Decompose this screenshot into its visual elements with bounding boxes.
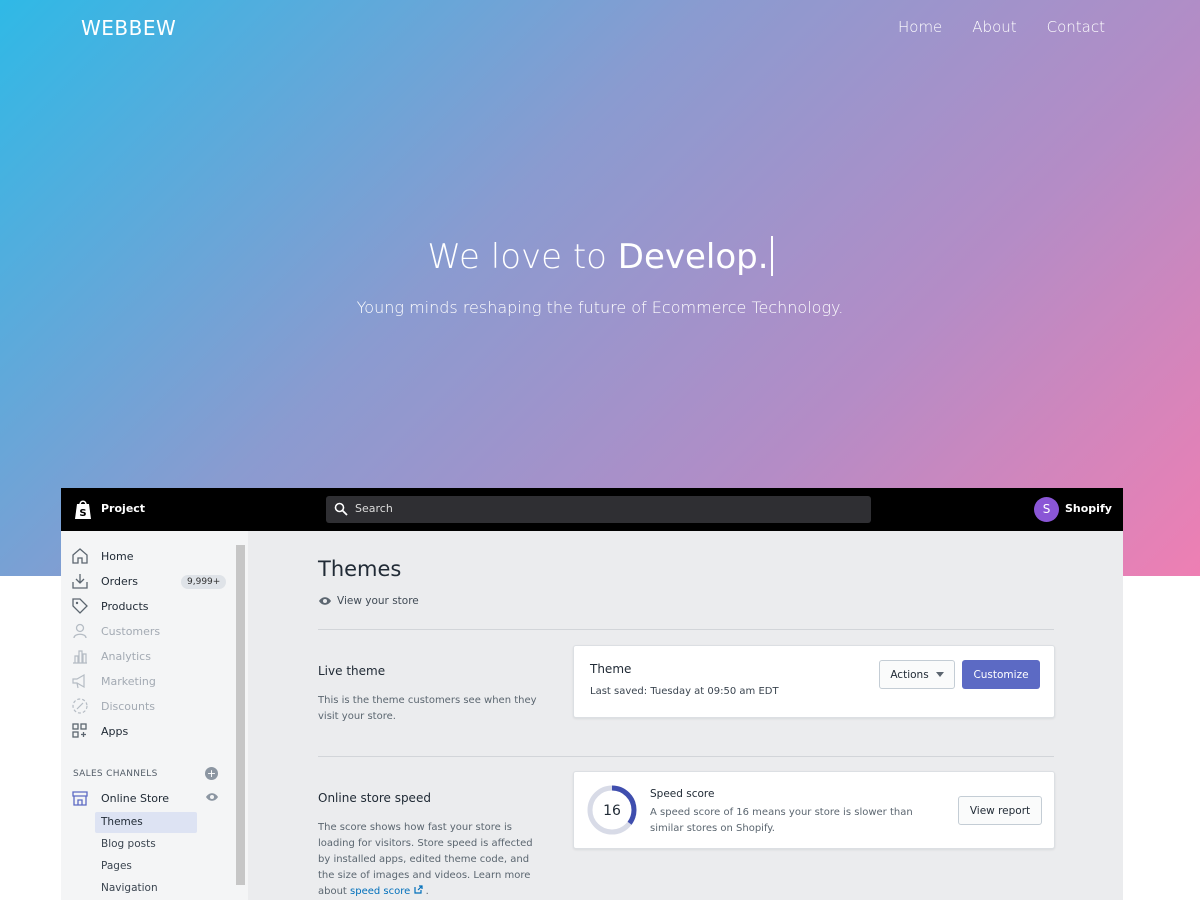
- speed-score-value: 16: [603, 803, 621, 819]
- actions-button[interactable]: Actions: [879, 660, 955, 689]
- shopify-admin-screenshot: S Project Search S Shopify Home Orders 9…: [61, 488, 1123, 900]
- external-link-icon: [413, 885, 423, 894]
- sidebar-item-label: Marketing: [101, 674, 156, 688]
- sidebar-item-discounts[interactable]: Discounts: [71, 696, 155, 716]
- nav-contact-link[interactable]: Contact: [1047, 18, 1105, 36]
- person-icon: [73, 623, 87, 639]
- sidebar-item-marketing[interactable]: Marketing: [71, 671, 156, 691]
- speed-card-title: Speed score: [650, 788, 715, 800]
- store-name[interactable]: Project: [101, 502, 145, 515]
- caret-down-icon: [935, 672, 944, 677]
- sidebar-scrollbar[interactable]: [236, 545, 245, 885]
- sidebar-item-label: Apps: [101, 724, 129, 738]
- main-content: Themes View your store Live theme This i…: [248, 531, 1123, 900]
- hero-title-light: We love to: [427, 237, 618, 277]
- hero-title-bold: Develop.: [617, 237, 769, 277]
- home-icon: [72, 548, 88, 564]
- sidebar-item-customers[interactable]: Customers: [71, 621, 160, 641]
- sidebar-item-orders[interactable]: Orders: [71, 571, 138, 591]
- live-theme-card: Theme Last saved: Tuesday at 09:50 am ED…: [573, 645, 1055, 718]
- orders-icon: [72, 574, 88, 589]
- avatar[interactable]: S: [1034, 497, 1059, 522]
- svg-text:S: S: [79, 508, 86, 519]
- customize-button[interactable]: Customize: [962, 660, 1040, 689]
- live-theme-description: This is the theme customers see when the…: [318, 695, 537, 722]
- speed-card-description: A speed score of 16 means your store is …: [650, 807, 913, 834]
- nav-home-link[interactable]: Home: [898, 18, 942, 36]
- hero-subtitle: Young minds reshaping the future of Ecom…: [356, 298, 844, 317]
- admin-topbar: S Project Search S Shopify: [61, 488, 1123, 531]
- search-placeholder: Search: [355, 502, 393, 515]
- sales-channels-heading: SALES CHANNELS: [73, 769, 158, 779]
- view-store-label: View your store: [337, 595, 419, 607]
- sidebar-item-label: Customers: [101, 624, 161, 638]
- bar-chart-icon: [73, 650, 87, 664]
- sidebar-item-label: Products: [101, 599, 149, 613]
- sidebar-item-label: Analytics: [101, 649, 151, 663]
- nav-about-link[interactable]: About: [972, 18, 1016, 36]
- shopify-bag-icon: S: [75, 500, 91, 519]
- store-icon: [72, 791, 88, 806]
- speed-description: The score shows how fast your store is l…: [318, 822, 533, 897]
- apps-icon: [72, 723, 87, 738]
- hero-title: We love to Develop.: [0, 236, 1200, 277]
- discount-icon: [72, 698, 88, 714]
- actions-label: Actions: [890, 668, 929, 681]
- speed-gauge: 16: [587, 785, 637, 835]
- add-channel-icon[interactable]: +: [205, 767, 218, 780]
- tag-icon: [72, 598, 88, 614]
- orders-count-badge: 9,999+: [181, 575, 227, 589]
- megaphone-icon: [72, 673, 85, 689]
- live-theme-heading: Live theme: [318, 664, 386, 678]
- eye-icon[interactable]: [205, 792, 219, 802]
- sub-item-themes[interactable]: Themes: [101, 816, 143, 828]
- sub-item-navigation[interactable]: Navigation: [101, 882, 158, 894]
- search-input[interactable]: Search: [326, 496, 871, 523]
- theme-card-title: Theme: [590, 662, 632, 676]
- sidebar-item-label: Home: [101, 549, 134, 563]
- site-logo[interactable]: WEBBEW: [81, 16, 176, 40]
- view-store-link[interactable]: View your store: [318, 595, 419, 607]
- sidebar-item-analytics[interactable]: Analytics: [71, 646, 151, 666]
- page-title: Themes: [318, 557, 402, 581]
- admin-sidebar: Home Orders 9,999+ Products Customers An…: [61, 531, 248, 900]
- view-report-button[interactable]: View report: [958, 796, 1042, 825]
- sub-item-pages[interactable]: Pages: [101, 860, 132, 872]
- section-divider: [318, 629, 1054, 630]
- sidebar-item-home[interactable]: Home: [71, 546, 133, 566]
- typing-caret: [770, 236, 773, 276]
- main-nav: Home About Contact: [898, 18, 1105, 36]
- sidebar-item-label: Online Store: [101, 791, 170, 805]
- search-icon: [334, 502, 348, 516]
- sidebar-item-online-store[interactable]: Online Store: [71, 788, 169, 808]
- sidebar-item-label: Discounts: [101, 699, 156, 713]
- sidebar-item-apps[interactable]: Apps: [71, 721, 128, 741]
- speed-score-card: 16 Speed score A speed score of 16 means…: [573, 771, 1055, 849]
- section-divider: [318, 756, 1054, 757]
- sidebar-item-products[interactable]: Products: [71, 596, 149, 616]
- sub-item-blog-posts[interactable]: Blog posts: [101, 838, 156, 850]
- speed-score-link[interactable]: speed score: [350, 885, 423, 897]
- account-name[interactable]: Shopify: [1065, 502, 1112, 515]
- speed-heading: Online store speed: [318, 791, 431, 805]
- last-saved-text: Last saved: Tuesday at 09:50 am EDT: [590, 686, 779, 697]
- eye-icon: [319, 597, 331, 605]
- sidebar-item-label: Orders: [101, 574, 138, 588]
- speed-score-link-label: speed score: [350, 886, 411, 897]
